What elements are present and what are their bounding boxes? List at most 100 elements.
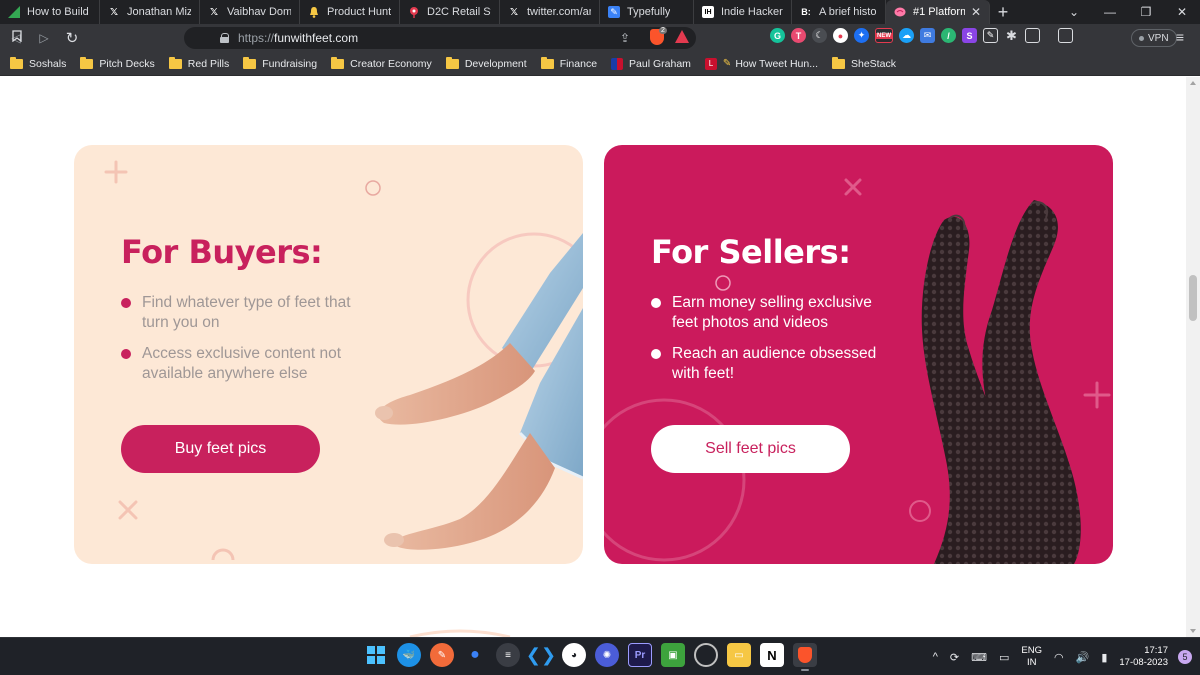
- lock-icon[interactable]: [220, 33, 230, 43]
- cloud-icon[interactable]: ☁: [899, 28, 914, 43]
- bookmark-label: Fundraising: [262, 57, 318, 70]
- bookmark-development[interactable]: Development: [445, 56, 527, 70]
- language-code: ENG: [1021, 645, 1043, 656]
- bookmark-pitch-decks[interactable]: Pitch Decks: [80, 56, 155, 70]
- folder-icon: [80, 56, 94, 69]
- premiere-pro-icon[interactable]: Pr: [628, 643, 652, 667]
- list-item: Reach an audience obsessed with feet!: [651, 344, 901, 384]
- start-icon[interactable]: [364, 643, 388, 667]
- language-indicator[interactable]: ENG IN: [1021, 645, 1042, 669]
- grammarly-icon[interactable]: G: [770, 28, 785, 43]
- url-protocol: https://: [238, 31, 275, 45]
- sidebar-toggle-icon[interactable]: [1025, 28, 1040, 43]
- list-item: Earn money selling exclusive feet photos…: [651, 293, 901, 333]
- linear-icon[interactable]: ≡: [496, 643, 520, 667]
- tab-funwithfeet-active[interactable]: #1 Platform t ✕: [886, 0, 990, 24]
- puzzle-icon[interactable]: ✱: [1004, 28, 1019, 43]
- s-extension-icon[interactable]: S: [962, 28, 977, 43]
- share-icon[interactable]: ⇪: [620, 31, 630, 45]
- bookmark-label: Creator Economy: [350, 57, 432, 70]
- buy-feet-pics-button[interactable]: Buy feet pics: [121, 425, 320, 473]
- github-icon[interactable]: ◕: [562, 643, 586, 667]
- display-icon[interactable]: ▭: [999, 651, 1009, 664]
- android-icon[interactable]: ▣: [661, 643, 685, 667]
- moon-icon[interactable]: ☾: [812, 28, 827, 43]
- page-scrollbar[interactable]: [1186, 77, 1200, 637]
- bird-icon[interactable]: ✦: [854, 28, 869, 43]
- docker-icon[interactable]: 🐳: [397, 643, 421, 667]
- tally-icon[interactable]: T: [791, 28, 806, 43]
- url-text[interactable]: https://funwithfeet.com: [238, 31, 358, 45]
- new-extension-icon[interactable]: NEW: [875, 28, 893, 43]
- notification-badge[interactable]: 5: [1178, 650, 1192, 664]
- restore-button[interactable]: ❐: [1128, 5, 1164, 19]
- scroll-down-arrow[interactable]: [1190, 629, 1196, 633]
- wifi-icon[interactable]: ◠: [1054, 651, 1064, 664]
- bookmark-fundraising[interactable]: Fundraising: [243, 56, 318, 70]
- chart-icon: [8, 6, 20, 18]
- battery-icon[interactable]: ▮: [1101, 651, 1107, 664]
- tab-product-hunt[interactable]: Product Hunt hu: [300, 0, 400, 24]
- bookmark-finance[interactable]: Finance: [540, 56, 597, 70]
- tab-typefully[interactable]: ✎ Typefully: [600, 0, 694, 24]
- window-controls: ⌄ — ❐ ✕: [1056, 0, 1200, 24]
- browser-tab-strip: How to Build a S 𝕏 Jonathan Miz on 𝕏 Vai…: [0, 0, 1200, 24]
- tab-brief-history[interactable]: B: A brief history of: [792, 0, 886, 24]
- close-tab-icon[interactable]: ✕: [971, 5, 981, 19]
- forward-button[interactable]: ▷: [32, 26, 56, 50]
- mail-icon[interactable]: ✉: [920, 28, 935, 43]
- tab-d2c-retail[interactable]: D2C Retail Strate: [400, 0, 500, 24]
- tab-jonathan-miz[interactable]: 𝕏 Jonathan Miz on: [100, 0, 200, 24]
- bookmark-paul-graham[interactable]: Paul Graham: [611, 57, 691, 70]
- sellers-title: For Sellers:: [651, 233, 851, 271]
- tab-label: D2C Retail Strate: [427, 6, 491, 18]
- bookmark-red-pills[interactable]: Red Pills: [168, 56, 229, 70]
- tab-vaibhav-domkun[interactable]: 𝕏 Vaibhav Domkun: [200, 0, 300, 24]
- menu-icon[interactable]: ≡: [1176, 29, 1184, 45]
- file-explorer-icon[interactable]: ▭: [727, 643, 751, 667]
- system-tray: ^ ⟳ ⌨ ▭ ENG IN ◠ 🔊 ▮ 17:17 17-08-2023 5: [933, 638, 1200, 675]
- scrollbar-thumb[interactable]: [1189, 275, 1197, 321]
- maps-pin-icon[interactable]: ●: [463, 643, 487, 667]
- vpn-button[interactable]: VPN: [1131, 29, 1177, 47]
- volume-icon[interactable]: 🔊: [1076, 651, 1090, 664]
- tab-twitter-ariha[interactable]: 𝕏 twitter.com/ariha: [500, 0, 600, 24]
- brave-browser-icon[interactable]: [793, 643, 817, 671]
- bookmark-creator-economy[interactable]: Creator Economy: [331, 56, 432, 70]
- brave-rewards-icon[interactable]: [675, 30, 689, 43]
- wallet-icon[interactable]: [1058, 28, 1073, 43]
- sell-feet-pics-button[interactable]: Sell feet pics: [651, 425, 850, 473]
- bookmark-label: Development: [464, 57, 527, 70]
- chevron-up-icon[interactable]: ^: [933, 651, 938, 663]
- leaf-icon[interactable]: /: [941, 28, 956, 43]
- tab-search-button[interactable]: ⌄: [1056, 5, 1092, 19]
- minimize-button[interactable]: —: [1092, 5, 1128, 19]
- sync-icon[interactable]: ⟳: [950, 651, 959, 664]
- bookmark-shestack[interactable]: SheStack: [832, 56, 896, 70]
- new-tab-button[interactable]: +: [990, 0, 1016, 24]
- vscode-icon[interactable]: ❮❯: [526, 643, 556, 667]
- keyboard-icon[interactable]: ⌨: [971, 651, 987, 664]
- reload-button[interactable]: ↻: [60, 26, 84, 50]
- settings-gear-icon[interactable]: ✺: [595, 643, 619, 667]
- sellers-bullet-list: Earn money selling exclusive feet photos…: [651, 293, 901, 395]
- notion-icon[interactable]: N: [760, 643, 784, 667]
- tab-label: How to Build a S: [27, 6, 91, 18]
- scroll-up-arrow[interactable]: [1190, 81, 1196, 85]
- close-window-button[interactable]: ✕: [1164, 5, 1200, 19]
- bookmark-how-tweet-hunter[interactable]: L ✎ How Tweet Hun...: [704, 57, 818, 70]
- obs-icon[interactable]: [694, 643, 718, 667]
- bookmark-icon[interactable]: [12, 29, 22, 47]
- pencil-icon[interactable]: ✎: [983, 28, 998, 43]
- bookmark-soshals[interactable]: Soshals: [10, 56, 66, 70]
- tab-indie-hackers[interactable]: IH Indie Hackers: W: [694, 0, 792, 24]
- pokeball-icon[interactable]: ●: [833, 28, 848, 43]
- swift-icon[interactable]: ✎: [430, 643, 454, 667]
- tab-how-to-build[interactable]: How to Build a S: [0, 0, 100, 24]
- clock[interactable]: 17:17 17-08-2023: [1119, 645, 1168, 669]
- buyer-feet-image: [375, 233, 583, 550]
- address-bar[interactable]: https://funwithfeet.com ⇪: [12, 27, 696, 49]
- list-item: Find whatever type of feet that turn you…: [121, 293, 371, 333]
- vpn-status-dot: [1139, 35, 1144, 41]
- decorative-arc: [409, 629, 511, 637]
